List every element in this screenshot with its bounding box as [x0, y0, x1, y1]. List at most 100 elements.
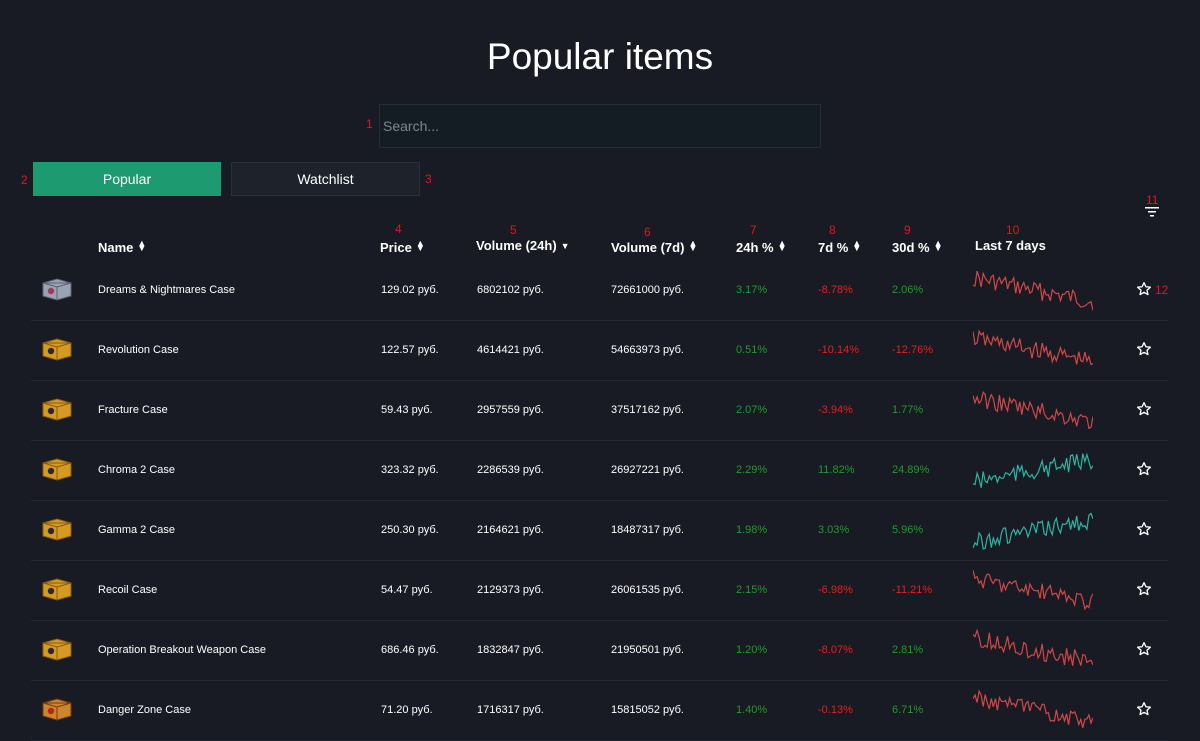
star-icon[interactable]	[1136, 461, 1152, 477]
case-icon	[40, 457, 74, 481]
sort-icon: ▲ ▼	[415, 238, 425, 253]
annotation-marker: 5	[510, 223, 517, 237]
item-name[interactable]: Operation Breakout Weapon Case	[98, 620, 266, 680]
star-icon[interactable]	[1136, 341, 1152, 357]
item-volume-7d: 21950501 руб.	[611, 644, 684, 656]
column-header-24h-change[interactable]: 24h % ▲ ▼	[736, 238, 787, 255]
sparkline-chart	[973, 329, 1093, 366]
item-change-7d: 11.82%	[818, 464, 855, 476]
item-change-7d: -8.07%	[818, 644, 853, 656]
item-change-24h: 3.17%	[736, 284, 768, 296]
item-change-24h: 2.29%	[736, 464, 768, 476]
item-change-7d: -8.78%	[818, 284, 853, 296]
table-row[interactable]: Fracture Case 59.43 руб. 2957559 руб. 37517…	[31, 380, 1168, 441]
star-icon[interactable]	[1136, 701, 1152, 717]
column-header-volume-24h[interactable]: Volume (24h) ▼	[476, 238, 570, 253]
item-name[interactable]: Dreams & Nightmares Case	[98, 260, 235, 320]
item-change-24h: 2.15%	[736, 584, 768, 596]
item-change-24h: 1.98%	[736, 524, 768, 536]
column-header-volume-7d[interactable]: Volume (7d) ▲ ▼	[611, 238, 697, 255]
star-icon[interactable]	[1136, 641, 1152, 657]
search-input[interactable]	[379, 104, 821, 148]
column-header-name[interactable]: Name ▲ ▼	[98, 238, 146, 255]
tab-popular[interactable]: Popular	[33, 162, 221, 196]
item-volume-7d: 26061535 руб.	[611, 584, 684, 596]
item-change-24h: 0.51%	[736, 344, 768, 356]
item-volume-24h: 2129373 руб.	[477, 584, 544, 596]
annotation-marker: 9	[904, 223, 911, 237]
item-change-30d: -12.76%	[892, 344, 933, 356]
item-volume-7d: 18487317 руб.	[611, 524, 684, 536]
item-change-7d: -10.14%	[818, 344, 859, 356]
item-change-7d: -6.98%	[818, 584, 853, 596]
case-icon	[40, 337, 74, 361]
star-icon[interactable]	[1136, 521, 1152, 537]
case-icon	[40, 577, 74, 601]
item-volume-24h: 2164621 руб.	[477, 524, 544, 536]
sort-icon: ▲ ▼	[852, 238, 862, 253]
case-icon	[40, 397, 74, 421]
table-row[interactable]: Danger Zone Case 71.20 руб. 1716317 руб. 15…	[31, 680, 1168, 741]
case-icon	[40, 637, 74, 661]
annotation-marker: 4	[395, 222, 402, 236]
star-icon[interactable]	[1136, 281, 1152, 297]
item-price: 122.57 руб.	[381, 344, 439, 356]
page-title: Popular items	[486, 36, 714, 77]
item-volume-24h: 1716317 руб.	[477, 704, 544, 716]
sparkline-chart	[973, 570, 1093, 611]
item-price: 250.30 руб.	[381, 524, 439, 536]
item-change-30d: 5.96%	[892, 524, 924, 536]
sort-desc-icon: ▼	[560, 241, 570, 251]
item-volume-7d: 26927221 руб.	[611, 464, 684, 476]
case-icon	[40, 277, 74, 301]
item-volume-7d: 72661000 руб.	[611, 284, 684, 296]
item-price: 54.47 руб.	[381, 584, 433, 596]
table-row[interactable]: Operation Breakout Weapon Case 686.46 руб…	[31, 620, 1168, 681]
item-change-24h: 1.40%	[736, 704, 768, 716]
column-header-price[interactable]: Price ▲ ▼	[380, 238, 425, 255]
table-row[interactable]: Gamma 2 Case 250.30 руб. 2164621 руб. 18487…	[31, 500, 1168, 561]
table-row[interactable]: Dreams & Nightmares Case 129.02 руб. 68021…	[31, 260, 1168, 321]
item-name[interactable]: Chroma 2 Case	[98, 440, 175, 500]
item-volume-7d: 15815052 руб.	[611, 704, 684, 716]
table-row[interactable]: Chroma 2 Case 323.32 руб. 2286539 руб. 2692…	[31, 440, 1168, 501]
item-change-30d: 6.71%	[892, 704, 924, 716]
annotation-marker: 2	[21, 173, 28, 187]
sparkline-chart	[973, 628, 1093, 666]
item-change-7d: -0.13%	[818, 704, 853, 716]
item-volume-7d: 37517162 руб.	[611, 404, 684, 416]
filter-icon[interactable]	[1145, 206, 1159, 218]
column-header-last-7-days: Last 7 days	[975, 238, 1046, 253]
sparkline-chart	[973, 452, 1093, 488]
annotation-marker: 11	[1146, 193, 1159, 207]
item-price: 129.02 руб.	[381, 284, 439, 296]
item-volume-24h: 6802102 руб.	[477, 284, 544, 296]
item-name[interactable]: Revolution Case	[98, 320, 179, 380]
star-icon[interactable]	[1136, 401, 1152, 417]
annotation-marker: 7	[750, 223, 757, 237]
table-row[interactable]: Revolution Case 122.57 руб. 4614421 руб. 54…	[31, 320, 1168, 381]
item-name[interactable]: Gamma 2 Case	[98, 500, 175, 560]
item-volume-24h: 4614421 руб.	[477, 344, 544, 356]
tab-watchlist[interactable]: Watchlist	[231, 162, 420, 196]
annotation-marker: 1	[366, 117, 373, 131]
column-header-30d-change[interactable]: 30d % ▲ ▼	[892, 238, 943, 255]
item-change-30d: -11.21%	[892, 584, 933, 596]
item-price: 59.43 руб.	[381, 404, 433, 416]
annotation-marker: 8	[829, 223, 836, 237]
annotation-marker: 10	[1006, 223, 1020, 237]
column-header-7d-change[interactable]: 7d % ▲ ▼	[818, 238, 861, 255]
item-name[interactable]: Danger Zone Case	[98, 680, 191, 740]
item-volume-24h: 2957559 руб.	[477, 404, 544, 416]
sort-icon: ▲ ▼	[933, 238, 943, 253]
sort-icon: ▲ ▼	[777, 238, 787, 253]
item-name[interactable]: Recoil Case	[98, 560, 157, 620]
item-change-30d: 2.81%	[892, 644, 924, 656]
item-price: 71.20 руб.	[381, 704, 433, 716]
item-volume-24h: 1832847 руб.	[477, 644, 544, 656]
item-change-30d: 1.77%	[892, 404, 924, 416]
table-row[interactable]: Recoil Case 54.47 руб. 2129373 руб. 2606153…	[31, 560, 1168, 621]
star-icon[interactable]	[1136, 581, 1152, 597]
annotation-marker: 6	[644, 225, 651, 239]
item-name[interactable]: Fracture Case	[98, 380, 168, 440]
